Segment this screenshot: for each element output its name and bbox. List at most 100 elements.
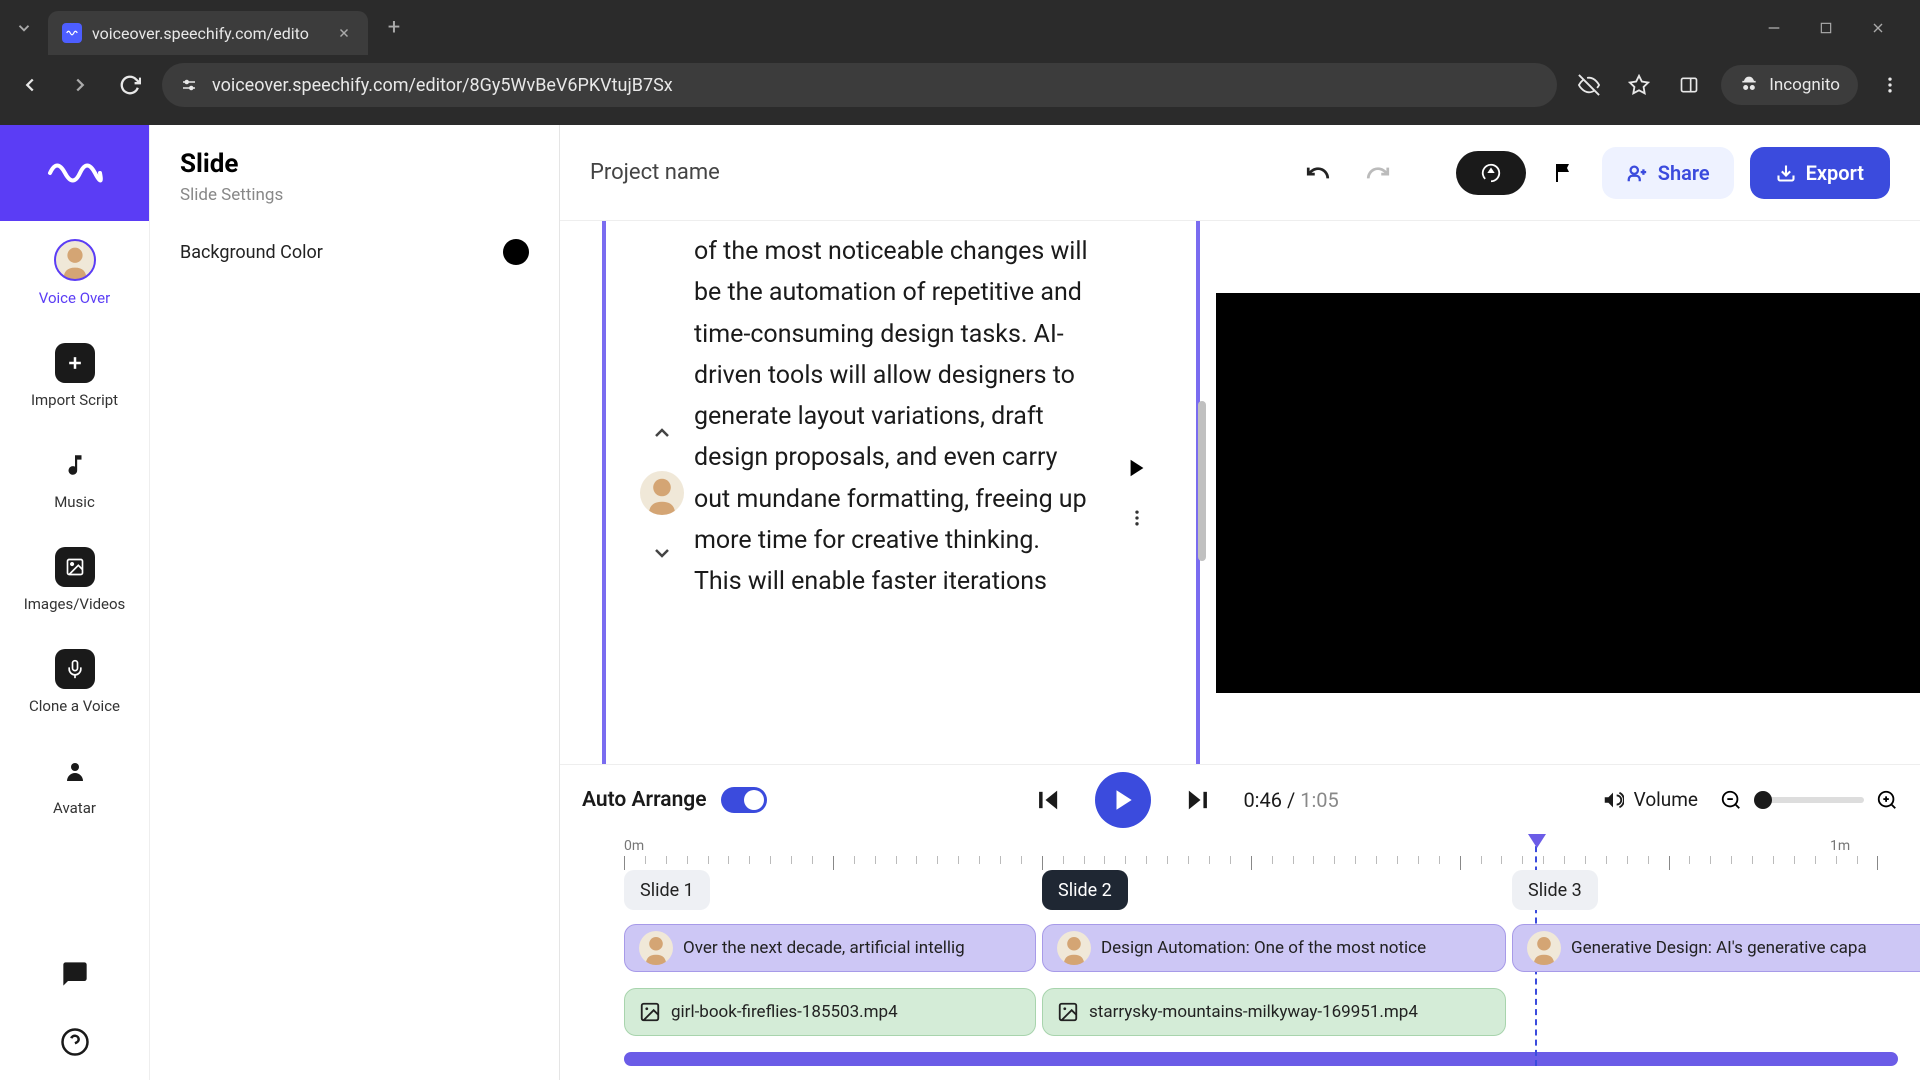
share-label: Share: [1658, 161, 1710, 185]
image-icon: [55, 547, 95, 587]
background-color-row[interactable]: Background Color: [180, 239, 529, 265]
bg-color-label: Background Color: [180, 242, 323, 263]
forward-button[interactable]: [62, 67, 98, 103]
eye-off-icon[interactable]: [1571, 67, 1607, 103]
chevron-up-icon[interactable]: [644, 415, 680, 451]
voice-clip-1[interactable]: Over the next decade, artificial intelli…: [624, 924, 1036, 972]
timeline-ruler[interactable]: 0m 1m: [582, 834, 1898, 870]
chat-icon[interactable]: [55, 954, 95, 994]
voice-clip-3[interactable]: Generative Design: AI's generative capa: [1512, 924, 1920, 972]
play-block-icon[interactable]: [1121, 452, 1153, 484]
play-button[interactable]: [1095, 772, 1151, 828]
browser-tab[interactable]: voiceover.speechify.com/edito: [48, 11, 368, 55]
back-button[interactable]: [12, 67, 48, 103]
volume-control[interactable]: Volume: [1602, 788, 1698, 811]
total-time: 1:05: [1300, 788, 1339, 812]
slide-chip-3[interactable]: Slide 3: [1512, 870, 1598, 910]
volume-label: Volume: [1634, 788, 1698, 811]
clip-label: starrysky-mountains-milkyway-169951.mp4: [1089, 1002, 1418, 1022]
export-button[interactable]: Export: [1750, 147, 1890, 199]
maximize-icon[interactable]: [1812, 14, 1840, 42]
rail-images-videos[interactable]: Images/Videos: [0, 529, 149, 631]
rail-label: Avatar: [53, 799, 96, 817]
script-text[interactable]: of the most noticeable changes will be t…: [694, 231, 1102, 754]
video-preview[interactable]: [1216, 293, 1920, 693]
slide-chip-2[interactable]: Slide 2: [1042, 870, 1128, 910]
timeline-slides-row: Slide 1 Slide 2 Slide 3: [582, 870, 1898, 916]
redo-button[interactable]: [1356, 151, 1400, 195]
clip-avatar-icon: [1057, 931, 1091, 965]
ruler-label-0m: 0m: [624, 838, 644, 854]
timeline-voice-row: Over the next decade, artificial intelli…: [582, 924, 1898, 980]
script-column: of the most noticeable changes will be t…: [560, 221, 1200, 764]
browser-menu-icon[interactable]: [1872, 67, 1908, 103]
scrollbar[interactable]: [1198, 401, 1206, 561]
bookmark-star-icon[interactable]: [1621, 67, 1657, 103]
zoom-in-icon[interactable]: [1876, 789, 1898, 811]
reload-button[interactable]: [112, 67, 148, 103]
voice-clip-2[interactable]: Design Automation: One of the most notic…: [1042, 924, 1506, 972]
image-icon: [639, 1001, 661, 1023]
skip-forward-icon[interactable]: [1177, 780, 1217, 820]
clip-label: Generative Design: AI's generative capa: [1571, 938, 1867, 958]
toggle-switch[interactable]: [721, 787, 767, 813]
rail-clone-voice[interactable]: Clone a Voice: [0, 631, 149, 733]
rail-import-script[interactable]: Import Script: [0, 325, 149, 427]
url-text: voiceover.speechify.com/editor/8Gy5WvBeV…: [212, 75, 1539, 96]
clip-label: Over the next decade, artificial intelli…: [683, 938, 965, 958]
close-window-icon[interactable]: [1864, 14, 1892, 42]
clip-avatar-icon: [1527, 931, 1561, 965]
sidepanel-icon[interactable]: [1671, 67, 1707, 103]
timeline-media-row: girl-book-fireflies-185503.mp4 starrysky…: [582, 988, 1898, 1044]
help-icon[interactable]: [55, 1022, 95, 1062]
slide-chip-1[interactable]: Slide 1: [624, 870, 710, 910]
tab-title: voiceover.speechify.com/edito: [92, 24, 324, 43]
minimize-icon[interactable]: [1760, 14, 1788, 42]
chevron-down-icon[interactable]: [644, 535, 680, 571]
clip-label: girl-book-fireflies-185503.mp4: [671, 1002, 898, 1022]
auto-arrange-toggle[interactable]: Auto Arrange: [582, 787, 767, 813]
project-name[interactable]: Project name: [590, 160, 720, 185]
settings-subtitle: Slide Settings: [180, 185, 529, 205]
window-controls: [1760, 14, 1912, 42]
speaker-avatar[interactable]: [640, 471, 684, 515]
tab-search-dropdown[interactable]: [8, 12, 40, 44]
plus-icon: [55, 343, 95, 383]
tab-close-icon[interactable]: [334, 23, 354, 43]
browser-chrome: voiceover.speechify.com/edito + voiceove…: [0, 0, 1920, 125]
rail-label: Voice Over: [39, 289, 110, 307]
editor-row: of the most noticeable changes will be t…: [560, 221, 1920, 764]
flag-button[interactable]: [1542, 151, 1586, 195]
timeline[interactable]: 0m 1m Slide 1 Slide 2 Slide 3: [560, 834, 1920, 1080]
zoom-out-icon[interactable]: [1720, 789, 1742, 811]
timeline-scrollbar[interactable]: [624, 1052, 1898, 1066]
tab-bar: voiceover.speechify.com/edito +: [0, 0, 1920, 55]
new-tab-button[interactable]: +: [376, 10, 412, 46]
auto-arrange-label: Auto Arrange: [582, 788, 707, 812]
rail-voice-over[interactable]: Voice Over: [0, 221, 149, 325]
app-logo[interactable]: [0, 125, 149, 221]
site-settings-icon[interactable]: [180, 76, 198, 94]
playback-speed-pill[interactable]: [1456, 151, 1526, 195]
incognito-label: Incognito: [1769, 75, 1840, 95]
undo-button[interactable]: [1296, 151, 1340, 195]
address-bar: voiceover.speechify.com/editor/8Gy5WvBeV…: [0, 55, 1920, 115]
skip-back-icon[interactable]: [1029, 780, 1069, 820]
incognito-indicator[interactable]: Incognito: [1721, 65, 1858, 105]
settings-panel: Slide Slide Settings Background Color: [150, 125, 560, 1080]
playback-bar: Auto Arrange 0:46 / 1:05 Volume: [560, 764, 1920, 834]
media-clip-1[interactable]: girl-book-fireflies-185503.mp4: [624, 988, 1036, 1036]
main-area: Project name Share Export: [560, 125, 1920, 1080]
rail-avatar[interactable]: Avatar: [0, 733, 149, 835]
rail-music[interactable]: Music: [0, 427, 149, 529]
voice-avatar-icon: [54, 239, 96, 281]
share-button[interactable]: Share: [1602, 147, 1734, 199]
media-clip-2[interactable]: starrysky-mountains-milkyway-169951.mp4: [1042, 988, 1506, 1036]
color-swatch[interactable]: [503, 239, 529, 265]
zoom-slider[interactable]: [1754, 797, 1864, 803]
more-vertical-icon[interactable]: [1121, 502, 1153, 534]
rail-label: Music: [54, 493, 95, 511]
url-field[interactable]: voiceover.speechify.com/editor/8Gy5WvBeV…: [162, 63, 1557, 107]
current-time: 0:46: [1243, 788, 1282, 812]
time-display: 0:46 / 1:05: [1243, 788, 1338, 812]
